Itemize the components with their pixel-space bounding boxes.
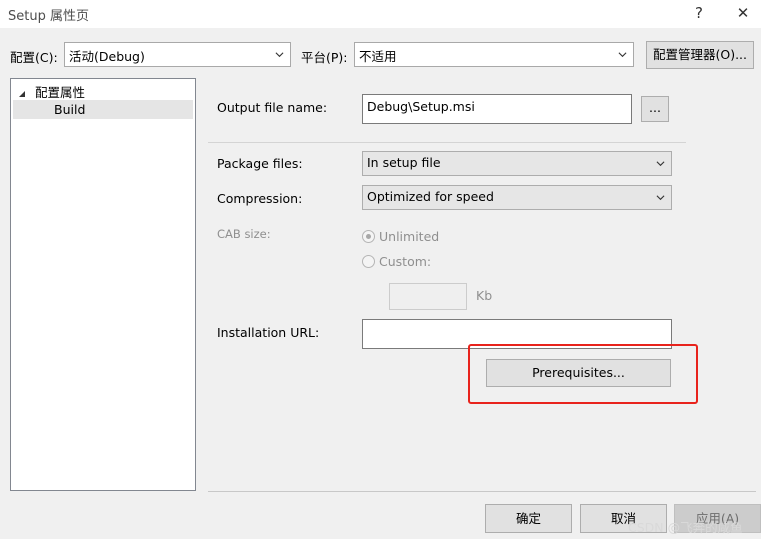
custom-label: Custom: bbox=[379, 254, 432, 269]
watermark: CSDN @飞奔的咸鱼 bbox=[628, 520, 743, 535]
output-file-input[interactable]: Debug\Setup.msi bbox=[362, 94, 632, 124]
config-select[interactable]: 活动(Debug) bbox=[64, 42, 291, 67]
tree-item-selection bbox=[13, 100, 193, 119]
config-value: 活动(Debug) bbox=[69, 49, 145, 64]
collapse-triangle-icon[interactable] bbox=[18, 86, 26, 101]
help-button[interactable]: ? bbox=[685, 2, 713, 24]
chevron-down-icon bbox=[275, 52, 284, 58]
browse-button[interactable]: ... bbox=[641, 96, 669, 122]
package-files-label: Package files: bbox=[217, 156, 303, 171]
ok-button[interactable]: 确定 bbox=[485, 504, 572, 533]
tree-item-build[interactable]: Build bbox=[54, 102, 85, 117]
installation-url-label: Installation URL: bbox=[217, 325, 320, 340]
compression-value: Optimized for speed bbox=[367, 189, 494, 204]
chevron-down-icon bbox=[618, 52, 627, 58]
footer-separator bbox=[208, 491, 756, 492]
config-label: 配置(C): bbox=[10, 50, 58, 65]
platform-label: 平台(P): bbox=[301, 50, 348, 65]
chevron-down-icon bbox=[656, 195, 665, 201]
radio-selected-dot bbox=[366, 234, 371, 239]
config-manager-button[interactable]: 配置管理器(O)... bbox=[646, 41, 754, 69]
package-files-value: In setup file bbox=[367, 155, 441, 170]
platform-value: 不适用 bbox=[359, 49, 397, 64]
property-tree: 配置属性 Build bbox=[10, 78, 196, 491]
kb-unit-label: Kb bbox=[476, 288, 493, 303]
package-files-select[interactable]: In setup file bbox=[362, 151, 672, 176]
separator bbox=[208, 142, 686, 143]
compression-select[interactable]: Optimized for speed bbox=[362, 185, 672, 210]
title-bar bbox=[0, 0, 761, 28]
window-title: Setup 属性页 bbox=[8, 9, 89, 24]
unlimited-label: Unlimited bbox=[379, 229, 440, 244]
cab-size-label: CAB size: bbox=[217, 227, 271, 241]
prerequisites-button[interactable]: Prerequisites... bbox=[486, 359, 671, 387]
unlimited-radio[interactable] bbox=[362, 230, 375, 243]
compression-label: Compression: bbox=[217, 191, 303, 206]
tree-item-config-properties[interactable]: 配置属性 bbox=[35, 82, 85, 101]
custom-size-input[interactable] bbox=[389, 283, 467, 310]
chevron-down-icon bbox=[656, 161, 665, 167]
custom-radio[interactable] bbox=[362, 255, 375, 268]
platform-select[interactable]: 不适用 bbox=[354, 42, 634, 67]
output-file-label: Output file name: bbox=[217, 100, 328, 115]
close-button[interactable]: ✕ bbox=[729, 2, 757, 24]
